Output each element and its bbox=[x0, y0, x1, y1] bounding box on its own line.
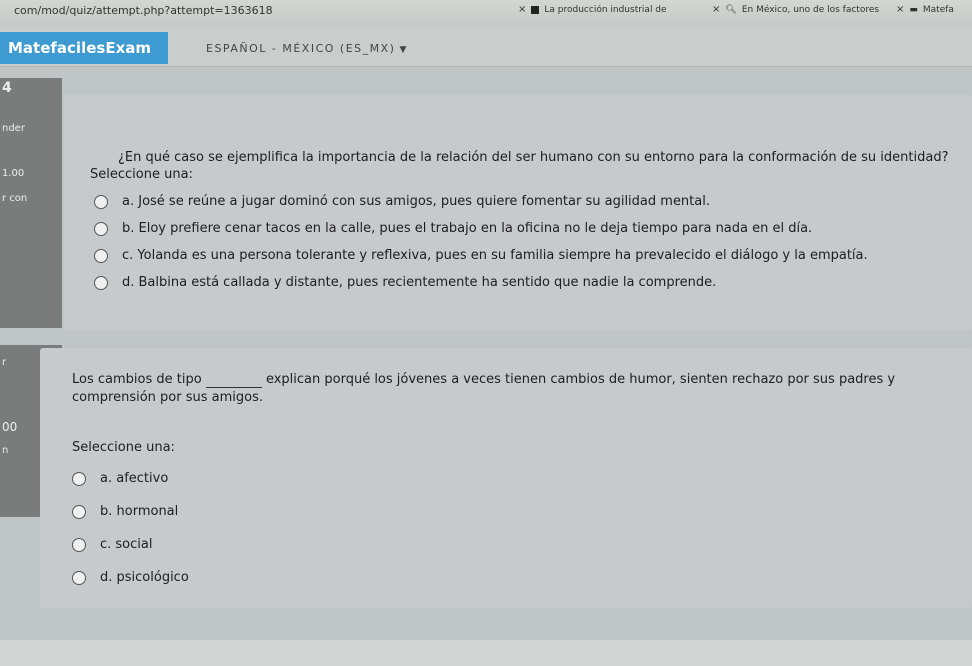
answer-option[interactable]: a. José se reúne a jugar dominó con sus … bbox=[94, 194, 710, 209]
browser-bar: com/mod/quiz/attempt.php?attempt=1363618… bbox=[0, 0, 972, 26]
question-text: ¿En qué caso se ejemplifica la importanc… bbox=[118, 150, 949, 165]
info-text: n bbox=[2, 445, 9, 456]
brand-logo[interactable]: MatefacilesExam bbox=[0, 32, 168, 64]
page-footer-area bbox=[0, 640, 972, 666]
option-label: d. psicológico bbox=[100, 570, 189, 585]
select-label: Seleccione una: bbox=[90, 167, 193, 182]
option-label: a. afectivo bbox=[100, 471, 169, 486]
brand-name: MatefacilesExam bbox=[8, 39, 151, 57]
option-label: b. Eloy prefiere cenar tacos en la calle… bbox=[122, 221, 813, 236]
radio-button[interactable] bbox=[94, 194, 108, 209]
page-icon bbox=[531, 5, 540, 14]
answer-option[interactable]: a. afectivo bbox=[72, 471, 168, 486]
option-label: a. José se reúne a jugar dominó con sus … bbox=[122, 194, 710, 209]
info-text: 1.00 bbox=[2, 168, 25, 179]
question-number: 4 bbox=[2, 80, 12, 96]
answer-option[interactable]: d. Balbina está callada y distante, pues… bbox=[94, 275, 716, 290]
close-icon[interactable]: × bbox=[896, 4, 904, 15]
page-icon: ▬ bbox=[909, 4, 918, 15]
answer-option[interactable]: d. psicológico bbox=[72, 570, 189, 585]
tab-label: La producción industrial de bbox=[544, 4, 667, 15]
option-label: b. hormonal bbox=[100, 504, 179, 519]
option-label: c. social bbox=[100, 537, 153, 552]
question-text: Los cambios de tipo explican porqué los … bbox=[72, 372, 962, 388]
answer-option[interactable]: c. social bbox=[72, 537, 152, 552]
question-text-start: Los cambios de tipo bbox=[72, 372, 202, 387]
fill-blank bbox=[205, 375, 262, 388]
info-text: nder bbox=[2, 123, 25, 134]
language-selector[interactable]: ESPAÑOL - MÉXICO (ES_MX) ▼ bbox=[206, 42, 408, 55]
radio-button[interactable] bbox=[72, 471, 86, 486]
tab-label: En México, uno de los factores bbox=[741, 4, 880, 15]
info-text: 00 bbox=[2, 420, 18, 434]
option-label: c. Yolanda es una persona tolerante y re… bbox=[122, 248, 868, 263]
close-icon[interactable]: × bbox=[712, 4, 720, 15]
radio-button[interactable] bbox=[94, 275, 108, 290]
radio-button[interactable] bbox=[72, 537, 86, 552]
site-navbar: MatefacilesExam ESPAÑOL - MÉXICO (ES_MX)… bbox=[0, 26, 972, 67]
answer-option[interactable]: b. hormonal bbox=[72, 504, 178, 519]
question-text-end: explican porqué los jóvenes a veces tien… bbox=[265, 372, 896, 387]
answer-option[interactable]: c. Yolanda es una persona tolerante y re… bbox=[94, 248, 868, 263]
browser-tab-2[interactable]: × 🔍︎ En México, uno de los factores bbox=[712, 4, 879, 15]
browser-tab-3[interactable]: × ▬ Matefa bbox=[896, 4, 954, 15]
radio-button[interactable] bbox=[94, 248, 108, 263]
question-text-line2: comprensión por sus amigos. bbox=[72, 390, 263, 405]
address-bar[interactable]: com/mod/quiz/attempt.php?attempt=1363618 bbox=[14, 4, 273, 17]
question-card-1: ¿En qué caso se ejemplifica la importanc… bbox=[64, 95, 972, 330]
tab-label: Matefa bbox=[922, 4, 954, 15]
radio-button[interactable] bbox=[94, 221, 108, 236]
radio-button[interactable] bbox=[72, 570, 86, 585]
search-icon: 🔍︎ bbox=[725, 4, 737, 15]
close-icon[interactable]: × bbox=[518, 4, 526, 15]
question-info-panel-1: 4 nder 1.00 r con bbox=[0, 78, 62, 328]
language-label: ESPAÑOL - MÉXICO (ES_MX) bbox=[206, 42, 396, 55]
question-card-2: Los cambios de tipo explican porqué los … bbox=[40, 348, 972, 608]
browser-tab-1[interactable]: × La producción industrial de bbox=[518, 4, 667, 15]
info-text: r bbox=[2, 357, 7, 368]
select-label: Seleccione una: bbox=[72, 440, 175, 455]
radio-button[interactable] bbox=[72, 504, 86, 519]
option-label: d. Balbina está callada y distante, pues… bbox=[122, 275, 717, 290]
answer-option[interactable]: b. Eloy prefiere cenar tacos en la calle… bbox=[94, 221, 812, 236]
info-text: r con bbox=[2, 193, 28, 204]
chevron-down-icon: ▼ bbox=[399, 45, 408, 55]
